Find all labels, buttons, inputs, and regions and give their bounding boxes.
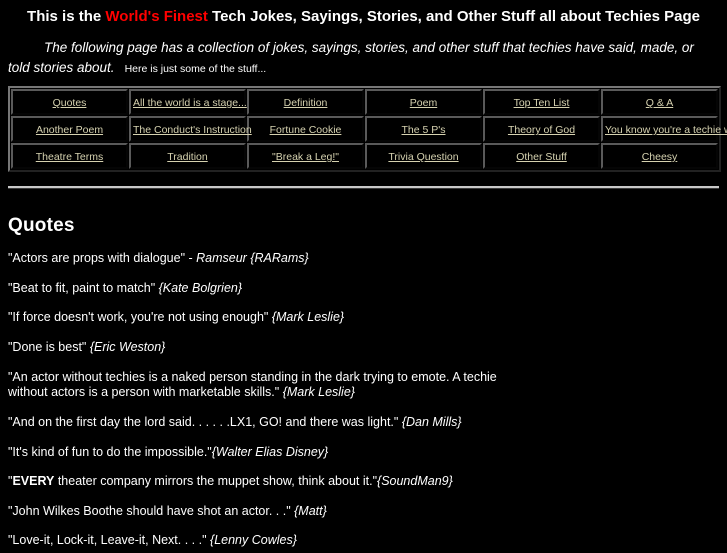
page-title-post: Tech Jokes, Sayings, Stories, and Other …	[207, 8, 700, 25]
nav-link-theory-of-god[interactable]: Theory of God	[508, 124, 575, 136]
page-title-pre: This is the	[27, 8, 106, 25]
nav-cell-fortune-cookie[interactable]: Fortune Cookie	[247, 116, 364, 143]
quote-item: "Done is best" {Eric Weston}	[8, 340, 528, 356]
nav-link-fortune-cookie[interactable]: Fortune Cookie	[270, 124, 342, 136]
nav-cell-cheesy[interactable]: Cheesy	[601, 143, 718, 170]
quote-text: "Done is best"	[8, 340, 90, 354]
nav-cell-you-know-youre-a-techie-when[interactable]: You know you're a techie when...	[601, 116, 727, 143]
quote-attribution: {Mark Leslie}	[282, 385, 355, 400]
quote-attribution: {Kate Bolgrien}	[158, 280, 243, 295]
section-heading-quotes: Quotes	[8, 215, 75, 237]
nav-cell-trivia-question[interactable]: Trivia Question	[365, 143, 482, 170]
nav-link-another-poem[interactable]: Another Poem	[36, 124, 103, 136]
quote-item: "John Wilkes Boothe should have shot an …	[8, 504, 528, 520]
nav-cell-the-5-ps[interactable]: The 5 P's	[365, 116, 482, 143]
nav-cell-definition[interactable]: Definition	[247, 89, 364, 116]
quote-attribution: {Eric Weston}	[89, 340, 166, 354]
nav-link-the-conducts-instruction[interactable]: The Conduct's Instruction	[133, 124, 252, 136]
quote-text: theater company mirrors the muppet show,…	[54, 474, 378, 489]
quote-attribution: {Walter Elias Disney}	[211, 444, 329, 459]
nav-link-break-a-leg[interactable]: "Break a Leg!"	[272, 151, 339, 163]
quote-attribution: {Matt}	[294, 503, 327, 518]
nav-cell-theory-of-god[interactable]: Theory of God	[483, 116, 600, 143]
nav-cell-quotes[interactable]: Quotes	[11, 89, 128, 116]
nav-cell-top-ten-list[interactable]: Top Ten List	[483, 89, 600, 116]
table-row: Quotes All the world is a stage... Defin…	[11, 89, 718, 116]
nav-cell-poem[interactable]: Poem	[365, 89, 482, 116]
nav-link-other-stuff[interactable]: Other Stuff	[516, 151, 567, 163]
quote-attribution: Ramseur {RARams}	[196, 251, 309, 266]
quote-text: "Beat to fit, paint to match"	[8, 280, 159, 295]
nav-table-body: Quotes All the world is a stage... Defin…	[11, 89, 727, 170]
quote-item: "If force doesn't work, you're not using…	[8, 310, 528, 326]
nav-link-tradition[interactable]: Tradition	[167, 151, 207, 163]
nav-cell-break-a-leg[interactable]: "Break a Leg!"	[247, 143, 364, 170]
nav-link-q-and-a[interactable]: Q & A	[646, 97, 673, 109]
quote-emphasis: EVERY	[12, 474, 55, 489]
quote-item: "EVERY theater company mirrors the muppe…	[8, 474, 528, 490]
quote-text: "If force doesn't work, you're not using…	[8, 310, 272, 325]
quote-text: "Actors are props with dialogue" -	[8, 251, 197, 266]
nav-link-table: Quotes All the world is a stage... Defin…	[8, 86, 727, 173]
page-title: This is the World's Finest Tech Jokes, S…	[8, 8, 719, 26]
nav-cell-the-conducts-instruction[interactable]: The Conduct's Instruction	[129, 116, 252, 143]
nav-link-top-ten-list[interactable]: Top Ten List	[514, 97, 570, 109]
table-row: Theatre Terms Tradition "Break a Leg!" T…	[11, 143, 718, 170]
quote-attribution: {Mark Leslie}	[271, 310, 345, 325]
nav-link-all-the-world-is-a-stage[interactable]: All the world is a stage...	[133, 97, 247, 109]
quote-item: "And on the first day the lord said. . .…	[8, 415, 528, 431]
nav-link-definition[interactable]: Definition	[284, 97, 328, 109]
nav-link-cheesy[interactable]: Cheesy	[642, 151, 678, 163]
quote-item: "It's kind of fun to do the impossible."…	[8, 445, 528, 461]
quote-text: "And on the first day the lord said. . .…	[8, 414, 402, 429]
quote-text: "John Wilkes Boothe should have shot an …	[8, 503, 295, 518]
quote-attribution: {Lenny Cowles}	[210, 533, 297, 548]
intro-main-text: The following page has a collection of j…	[8, 40, 694, 75]
nav-link-you-know-youre-a-techie-when[interactable]: You know you're a techie when...	[605, 124, 727, 136]
nav-cell-other-stuff[interactable]: Other Stuff	[483, 143, 600, 170]
nav-cell-tradition[interactable]: Tradition	[129, 143, 246, 170]
quote-text: "It's kind of fun to do the impossible."	[8, 444, 212, 459]
nav-link-trivia-question[interactable]: Trivia Question	[388, 151, 458, 163]
nav-link-the-5-ps[interactable]: The 5 P's	[401, 124, 445, 136]
quote-item: "Beat to fit, paint to match" {Kate Bolg…	[8, 281, 528, 297]
quote-item: "Love-it, Lock-it, Leave-it, Next. . . .…	[8, 533, 528, 549]
nav-cell-q-and-a[interactable]: Q & A	[601, 89, 718, 116]
intro-paragraph: The following page has a collection of j…	[8, 38, 719, 77]
nav-cell-another-poem[interactable]: Another Poem	[11, 116, 128, 143]
nav-link-poem[interactable]: Poem	[410, 97, 437, 109]
table-row: Another Poem The Conduct's Instruction F…	[11, 116, 727, 143]
page-title-accent: World's Finest	[105, 8, 208, 25]
quote-attribution: {SoundMan9}	[377, 474, 453, 489]
quote-text: "An actor without techies is a naked per…	[8, 369, 497, 400]
nav-cell-theatre-terms[interactable]: Theatre Terms	[11, 143, 128, 170]
quote-attribution: {Dan Mills}	[401, 414, 462, 429]
quote-item: "Actors are props with dialogue" - Ramse…	[8, 251, 528, 267]
intro-small-text: Here is just some of the stuff...	[124, 62, 267, 75]
nav-link-theatre-terms[interactable]: Theatre Terms	[36, 151, 104, 163]
nav-cell-all-the-world-is-a-stage[interactable]: All the world is a stage...	[129, 89, 247, 116]
page-root: This is the World's Finest Tech Jokes, S…	[0, 8, 727, 549]
horizontal-divider	[8, 186, 719, 190]
quote-text: "Love-it, Lock-it, Leave-it, Next. . . .…	[8, 533, 211, 548]
quote-item: "An actor without techies is a naked per…	[8, 370, 528, 401]
nav-link-quotes[interactable]: Quotes	[53, 97, 87, 109]
